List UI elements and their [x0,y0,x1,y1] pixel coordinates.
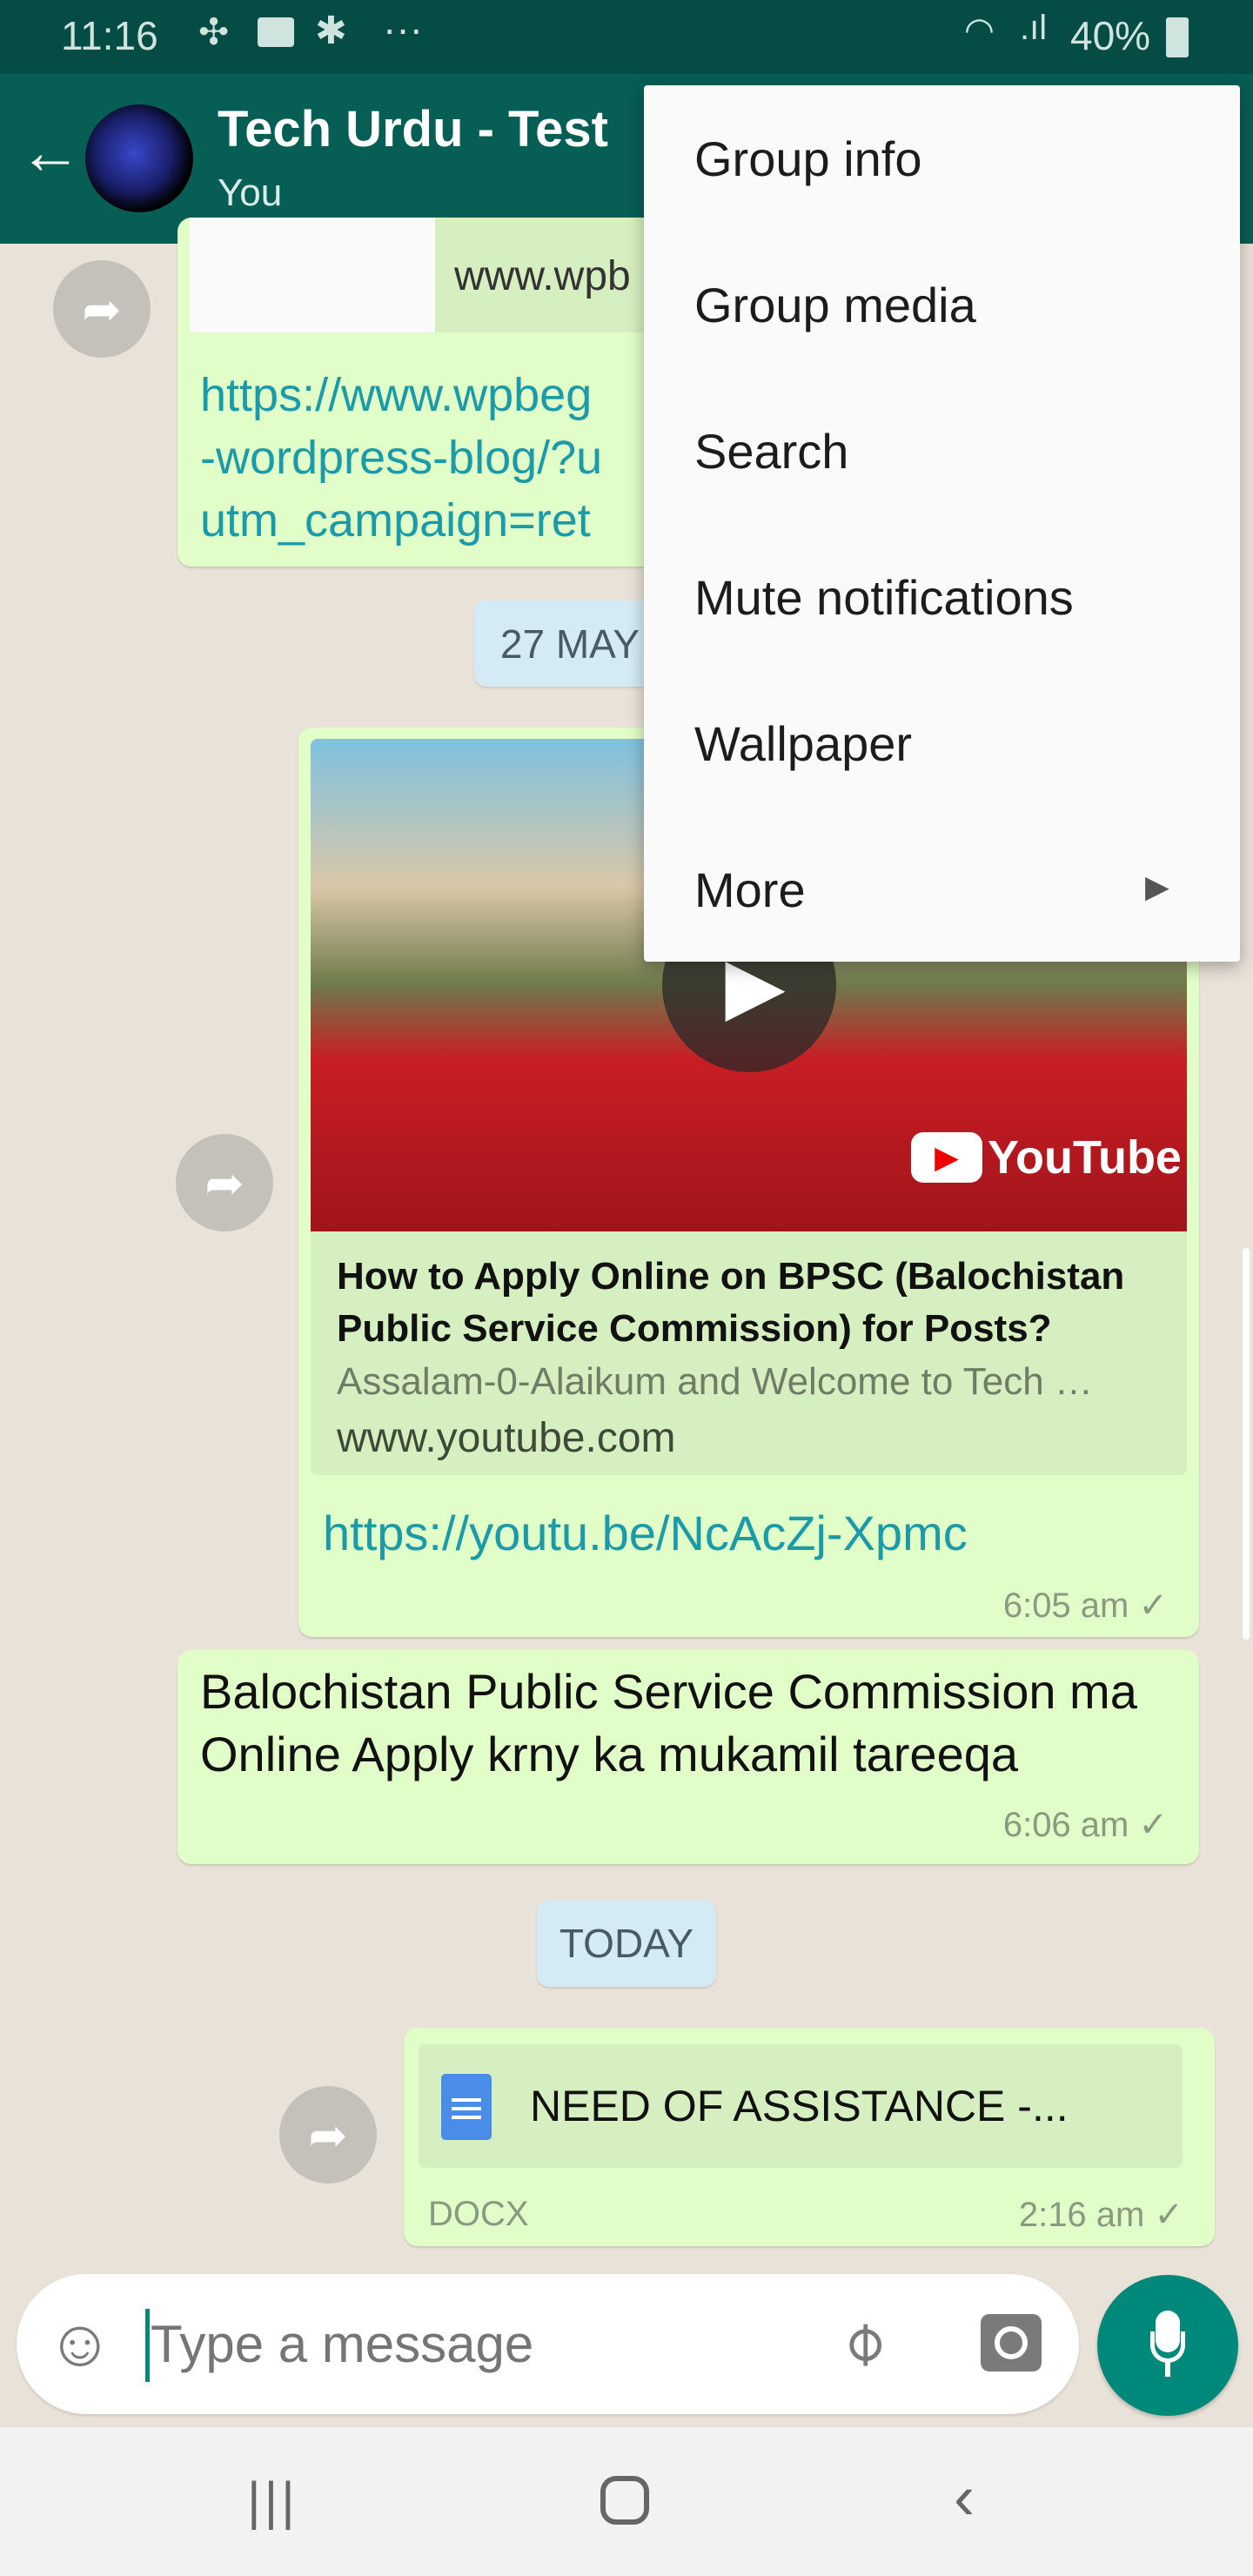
doc-type: DOCX [428,2195,529,2233]
pinwheel-icon: ✣ [198,11,230,52]
message-time: 6:06 am ✓ [1003,1805,1168,1845]
message-link[interactable]: https://www.wpbeg -wordpress-blog/?u utm… [200,364,602,552]
preview-title: How to Apply Online on BPSC (Balochistan… [337,1255,1125,1350]
emoji-icon[interactable]: ☺ [46,2307,114,2380]
sent-check-icon: ✓ [1154,2196,1183,2234]
time-label: 6:06 am [1002,1806,1129,1844]
document-attachment[interactable]: NEED OF ASSISTANCE -... [419,2044,1183,2168]
forward-button[interactable]: ➦ [53,260,151,358]
forward-button[interactable]: ➦ [279,2086,377,2184]
link-line[interactable]: https://www.wpbeg [200,364,602,426]
doc-name: NEED OF ASSISTANCE -... [530,2082,1069,2130]
clock: 11:16 [61,13,158,58]
attach-paperclip-icon[interactable]: ⌀ [823,2303,900,2379]
message-time: 2:16 am ✓ [1019,2195,1183,2235]
battery-level: 40% [1070,13,1151,58]
link-line[interactable]: -wordpress-blog/?u [200,426,602,489]
wifi-icon: ◠ [964,11,995,50]
menu-item-group-media[interactable]: Group media [694,271,976,340]
chat-subtitle: You [218,171,283,214]
system-nav-bar: ||| ‹ [0,2427,1253,2576]
menu-item-wallpaper[interactable]: Wallpaper [694,709,912,779]
youtube-play-icon: ▶ [911,1132,982,1183]
message-bubble[interactable]: Balochistan Public Service Commission ma… [178,1650,1199,1864]
message-link[interactable]: https://youtu.be/NcAcZj-Xpmc [323,1505,968,1561]
signal-icon: .ıl [1020,9,1048,47]
preview-domain: www.wpb [454,253,631,299]
microphone-icon [1150,2311,1185,2380]
youtube-logo: ▶ YouTube [911,1130,1182,1184]
link-line[interactable]: utm_campaign=ret [200,489,602,552]
link-preview-thumbnail [190,218,435,332]
menu-item-more[interactable]: More [694,855,806,925]
recent-apps-icon[interactable]: ||| [247,2471,298,2531]
date-label: TODAY [559,1921,694,1966]
gmail-icon [258,17,294,47]
message-composer: ☺ ⌀ [17,2274,1079,2414]
more-dots-icon: ··· [383,6,423,51]
preview-domain: www.youtube.com [337,1415,676,1461]
forward-button[interactable]: ➦ [176,1134,273,1231]
sent-check-icon: ✓ [1138,1587,1168,1625]
menu-item-search[interactable]: Search [694,417,848,486]
message-bubble[interactable]: NEED OF ASSISTANCE -... DOCX 2:16 am ✓ [404,2028,1215,2246]
menu-item-mute-notifications[interactable]: Mute notifications [694,563,1074,633]
forward-icon: ➦ [204,1157,245,1210]
time-label: 2:16 am [1018,2196,1145,2234]
voice-record-button[interactable] [1097,2275,1238,2416]
back-arrow-icon[interactable]: ← [19,117,82,187]
date-chip: TODAY [537,1900,716,1987]
forward-icon: ➦ [82,283,122,336]
date-label: 27 MAY [499,621,640,667]
back-nav-icon[interactable]: ‹ [954,2462,975,2533]
message-text: Balochistan Public Service Commission ma… [200,1664,1137,1781]
status-bar: 11:16 ✣ ✱ ··· ◠ .ıl 40% [0,0,1253,74]
preview-description: Assalam-0-Alaikum and Welcome to Tech … [337,1360,1093,1403]
date-chip: 27 MAY [474,600,666,687]
home-icon[interactable] [600,2476,649,2525]
battery-icon [1166,17,1189,57]
camera-icon[interactable] [981,2314,1042,2371]
message-time: 6:05 am ✓ [1003,1586,1168,1626]
message-input[interactable] [151,2300,812,2387]
overflow-menu: Group info Group media Search Mute notif… [644,85,1240,962]
youtube-brand: YouTube [988,1131,1182,1184]
link-preview[interactable]: How to Apply Online on BPSC (Balochistan… [311,1231,1187,1475]
doc-file-icon [441,2074,492,2140]
group-avatar[interactable] [85,104,193,212]
sent-check-icon: ✓ [1138,1806,1168,1844]
menu-item-group-info[interactable]: Group info [694,124,922,194]
forward-icon: ➦ [308,2109,348,2162]
time-label: 6:05 am [1002,1587,1129,1625]
gear-icon: ✱ [315,10,347,52]
chat-title[interactable]: Tech Urdu - Test [218,100,608,158]
text-cursor [145,2309,150,2382]
submenu-arrow-icon: ▶ [1145,869,1169,904]
scrollbar[interactable] [1243,1248,1250,1640]
